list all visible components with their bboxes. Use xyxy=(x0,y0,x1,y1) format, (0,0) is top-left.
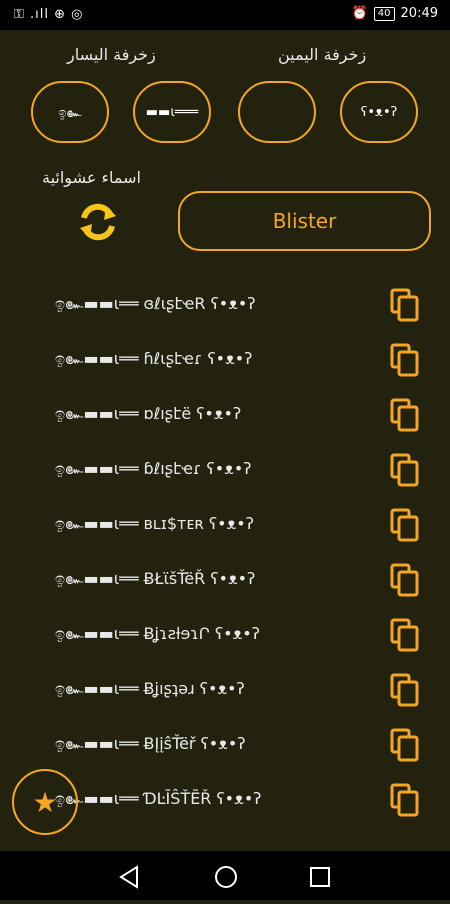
left-deco-button-1[interactable]: ඉ๛ xyxy=(31,81,109,143)
result-row[interactable]: ඉ๛▬▬ι══ ɞℓιʂէҽR ʕ•ᴥ•ʔ xyxy=(0,278,450,333)
favorites-button[interactable]: ★ xyxy=(12,769,78,835)
copy-icon[interactable] xyxy=(390,563,420,597)
result-text: ඉ๛▬▬ι══ ɒℓıʂէë ʕ•ᴥ•ʔ xyxy=(55,404,242,423)
copy-icon[interactable] xyxy=(390,673,420,707)
result-text: ඉ๛▬▬ι══ ƊĿĪŜŤĒŘ ʕ•ᴥ•ʔ xyxy=(55,789,262,808)
result-text: ඉ๛▬▬ι══ ʙʟɪ$ᴛᴇʀ ʕ•ᴥ•ʔ xyxy=(55,514,254,533)
result-row[interactable]: ඉ๛▬▬ι══ ɃŁϊšŤëŘ ʕ•ᴥ•ʔ xyxy=(0,553,450,608)
random-names-label: اسماء عشوائية xyxy=(42,168,141,187)
result-text: ඉ๛▬▬ι══ ɞℓιʂէҽR ʕ•ᴥ•ʔ xyxy=(55,294,256,313)
left-deco-button-2[interactable]: ▬▬ι═══ xyxy=(133,81,211,143)
result-text: ඉ๛▬▬ι══ ɃĮįŝŤëř ʕ•ᴥ•ʔ xyxy=(55,734,246,753)
clock: 20:49 xyxy=(400,6,438,21)
copy-icon[interactable] xyxy=(390,783,420,817)
result-row[interactable]: ඉ๛▬▬ι══ ɒℓıʂէë ʕ•ᴥ•ʔ xyxy=(0,388,450,443)
right-deco-button-1[interactable] xyxy=(238,81,316,143)
copy-icon[interactable] xyxy=(390,618,420,652)
star-icon: ★ xyxy=(32,785,58,819)
result-text: ඉ๛▬▬ι══ ɃŁϊšŤëŘ ʕ•ᴥ•ʔ xyxy=(55,569,256,588)
battery-icon: 40 xyxy=(373,6,395,21)
copy-icon[interactable] xyxy=(390,728,420,762)
result-row[interactable]: ඉ๛▬▬ι══ Ƀʝıʂʇǝɹ ʕ•ᴥ•ʔ xyxy=(0,663,450,718)
copy-icon[interactable] xyxy=(390,288,420,322)
left-deco-symbol-2: ▬▬ι═══ xyxy=(145,104,199,120)
result-text: ඉ๛▬▬ι══ ɃʝɿƨƚɘɿՐ ʕ•ᴥ•ʔ xyxy=(55,624,260,643)
result-text: ඉ๛▬▬ι══ ɦℓιʂէҽɾ ʕ•ᴥ•ʔ xyxy=(55,349,253,368)
copy-icon[interactable] xyxy=(390,398,420,432)
status-icons: ⚿ .ıll ⊕ ◎ xyxy=(14,7,84,22)
copy-icon[interactable] xyxy=(390,453,420,487)
status-bar: ⚿ .ıll ⊕ ◎ ⏰ 40 20:49 xyxy=(0,0,450,30)
result-row[interactable]: ඉ๛▬▬ι══ ɃĮįŝŤëř ʕ•ᴥ•ʔ xyxy=(0,718,450,773)
left-deco-symbol-1: ඉ๛ xyxy=(58,105,82,121)
refresh-icon[interactable] xyxy=(76,200,120,244)
result-row[interactable]: ඉ๛▬▬ι══ ɓℓıʂէҽɾ ʕ•ᴥ•ʔ xyxy=(0,443,450,498)
home-icon[interactable] xyxy=(215,866,237,888)
right-deco-button-2[interactable]: ʕ•ᴥ•ʔ xyxy=(340,81,418,143)
result-text: ඉ๛▬▬ι══ ɓℓıʂէҽɾ ʕ•ᴥ•ʔ xyxy=(55,459,252,478)
result-text: ඉ๛▬▬ι══ Ƀʝıʂʇǝɹ ʕ•ᴥ•ʔ xyxy=(55,679,245,698)
result-row[interactable]: ඉ๛▬▬ι══ ɦℓιʂէҽɾ ʕ•ᴥ•ʔ xyxy=(0,333,450,388)
back-icon[interactable] xyxy=(119,865,138,889)
left-decoration-label: زخرفة اليسار xyxy=(67,45,156,64)
alarm-icon: ⏰ xyxy=(351,6,368,21)
recents-icon[interactable] xyxy=(310,867,330,887)
copy-icon[interactable] xyxy=(390,343,420,377)
result-row[interactable]: ඉ๛▬▬ι══ ɃʝɿƨƚɘɿՐ ʕ•ᴥ•ʔ xyxy=(0,608,450,663)
navigation-bar xyxy=(0,851,450,900)
name-input[interactable]: Blister xyxy=(178,191,431,251)
result-row[interactable]: ඉ๛▬▬ι══ ʙʟɪ$ᴛᴇʀ ʕ•ᴥ•ʔ xyxy=(0,498,450,553)
name-input-value: Blister xyxy=(272,209,337,233)
copy-icon[interactable] xyxy=(390,508,420,542)
right-decoration-label: زخرفة اليمين xyxy=(278,45,367,64)
right-deco-symbol-2: ʕ•ᴥ•ʔ xyxy=(360,105,398,120)
